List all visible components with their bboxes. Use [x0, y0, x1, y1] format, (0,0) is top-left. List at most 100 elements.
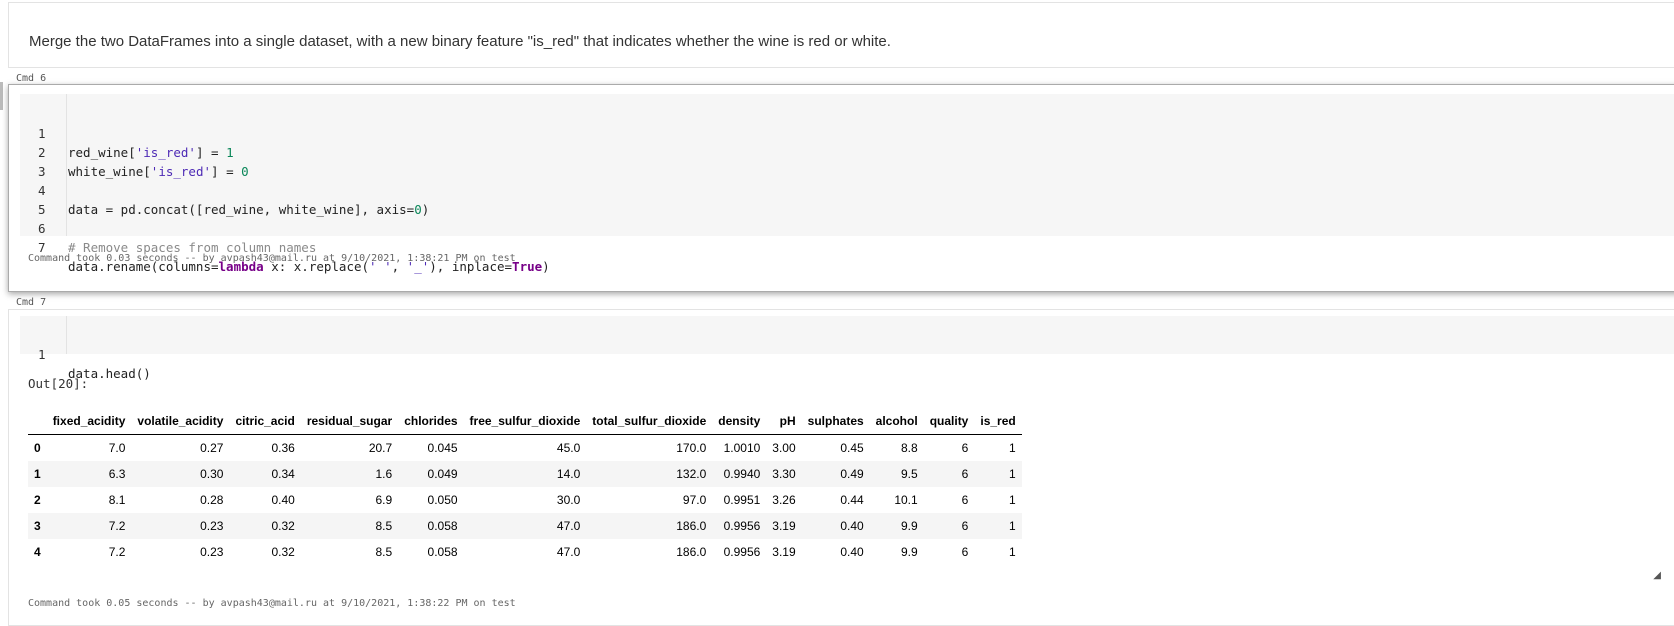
code-line: 3	[20, 143, 65, 179]
table-cell: 1	[1009, 441, 1016, 455]
column-header: quality	[923, 407, 975, 435]
table-cell: 170.0	[676, 441, 707, 455]
table-cell: 0.9940	[723, 467, 761, 481]
column-header: sulphates	[801, 407, 870, 435]
table-cell: 0.40	[840, 519, 864, 533]
table-cell: 0.28	[200, 493, 224, 507]
gutter-divider	[66, 94, 67, 236]
table-cell: 0.45	[840, 441, 864, 455]
table-cell: 7.0	[108, 441, 126, 455]
table-cell: 3.30	[772, 467, 796, 481]
table-cell: 97.0	[682, 493, 707, 507]
cmd-label: Cmd 6	[16, 73, 47, 84]
code-cell-6[interactable]: ▶▾ ⌄ – ✕ 1 red_wine['is_red'] = 1 2 whit…	[8, 84, 1674, 292]
cell-selection-bar	[0, 82, 3, 110]
code-line: 4 data = pd.concat([red_wine, white_wine…	[20, 162, 429, 217]
table-cell: 0.34	[271, 467, 295, 481]
code-editor[interactable]: 1 red_wine['is_red'] = 1 2 white_wine['i…	[20, 94, 1674, 274]
table-cell: 6	[961, 545, 969, 559]
column-header: chlorides	[398, 407, 464, 435]
table-cell: 30.0	[556, 493, 581, 507]
table-cell: 9.9	[901, 545, 918, 559]
table-cell: 14.0	[556, 467, 581, 481]
column-header: total_sulfur_dioxide	[586, 407, 713, 435]
column-header: pH	[766, 407, 802, 435]
table-cell: 0.9951	[723, 493, 761, 507]
table-cell: 10.1	[894, 493, 918, 507]
table-row: 3 7.2 0.23 0.32 8.5 0.058 47.0 186.0 0.9…	[28, 513, 1022, 539]
column-header	[28, 407, 47, 435]
code-cell-7[interactable]: 1 data.head() Out[20]: fixed_acidity vol…	[8, 309, 1674, 626]
table-cell: 186.0	[676, 519, 707, 533]
table-cell: 47.0	[556, 519, 581, 533]
table-cell: 132.0	[676, 467, 707, 481]
row-index: 2	[34, 493, 41, 507]
table-cell: 3.26	[772, 493, 796, 507]
markdown-cell[interactable]: Merge the two DataFrames into a single d…	[8, 2, 1674, 68]
table-cell: 0.49	[840, 467, 864, 481]
command-footer: Command took 0.03 seconds -- by avpash43…	[28, 253, 516, 264]
table-cell: 1	[1009, 467, 1016, 481]
line-number: 1	[38, 347, 46, 362]
table-cell: 0.058	[427, 545, 458, 559]
resize-handle-icon[interactable]: ◢	[1653, 570, 1661, 581]
table-cell: 0.049	[427, 467, 458, 481]
column-header: density	[712, 407, 767, 435]
table-cell: 0.045	[427, 441, 458, 455]
table-cell: 9.9	[901, 519, 918, 533]
table-cell: 45.0	[556, 441, 581, 455]
table-cell: 8.8	[901, 441, 918, 455]
column-header: free_sulfur_dioxide	[463, 407, 587, 435]
table-row: 1 6.3 0.30 0.34 1.6 0.049 14.0 132.0 0.9…	[28, 461, 1022, 487]
table-cell: 6	[961, 493, 969, 507]
table-cell: 0.27	[200, 441, 224, 455]
table-cell: 6	[961, 467, 969, 481]
table-row: 2 8.1 0.28 0.40 6.9 0.050 30.0 97.0 0.99…	[28, 487, 1022, 513]
dataframe-table: fixed_acidity volatile_acidity citric_ac…	[28, 407, 1022, 565]
column-header: volatile_acidity	[131, 407, 230, 435]
table-cell: 3.19	[772, 519, 796, 533]
table-cell: 1	[1009, 519, 1016, 533]
table-row: 0 7.0 0.27 0.36 20.7 0.045 45.0 170.0 1.…	[28, 435, 1022, 462]
table-cell: 20.7	[368, 441, 393, 455]
table-cell: 1	[1009, 493, 1016, 507]
table-cell: 9.5	[901, 467, 918, 481]
row-index: 4	[34, 545, 41, 559]
table-cell: 0.36	[271, 441, 295, 455]
table-cell: 3.00	[772, 441, 796, 455]
cmd-label: Cmd 7	[16, 297, 47, 308]
code-line: 1 data.head()	[20, 326, 151, 381]
table-cell: 0.40	[271, 493, 295, 507]
column-header: citric_acid	[229, 407, 301, 435]
column-header: alcohol	[869, 407, 924, 435]
output-label: Out[20]:	[28, 376, 89, 391]
table-cell: 8.5	[375, 519, 393, 533]
table-cell: 0.050	[427, 493, 458, 507]
column-header: is_red	[974, 407, 1022, 435]
markdown-text: Merge the two DataFrames into a single d…	[29, 33, 891, 50]
table-cell: 0.9956	[723, 519, 761, 533]
table-cell: 1.6	[375, 467, 393, 481]
gutter-divider	[66, 316, 67, 354]
table-cell: 7.2	[108, 519, 126, 533]
table-cell: 6	[961, 519, 969, 533]
table-cell: 186.0	[676, 545, 707, 559]
table-row: 4 7.2 0.23 0.32 8.5 0.058 47.0 186.0 0.9…	[28, 539, 1022, 565]
table-cell: 0.30	[200, 467, 224, 481]
table-cell: 0.058	[427, 519, 458, 533]
table-cell: 47.0	[556, 545, 581, 559]
table-cell: 8.5	[375, 545, 393, 559]
code-line: 1 red_wine['is_red'] = 1	[20, 105, 234, 160]
table-cell: 6.3	[108, 467, 126, 481]
column-header: fixed_acidity	[46, 407, 132, 435]
row-index: 1	[34, 467, 41, 481]
code-line: 2 white_wine['is_red'] = 0	[20, 124, 249, 179]
table-cell: 1	[1009, 545, 1016, 559]
table-cell: 0.32	[271, 545, 295, 559]
row-index: 0	[34, 441, 41, 455]
code-text: data = pd.concat([red_wine, white_wine],…	[68, 202, 430, 217]
table-cell: 7.2	[108, 545, 126, 559]
code-editor[interactable]: 1 data.head()	[20, 316, 1674, 381]
table-cell: 0.40	[840, 545, 864, 559]
table-cell: 6	[961, 441, 969, 455]
